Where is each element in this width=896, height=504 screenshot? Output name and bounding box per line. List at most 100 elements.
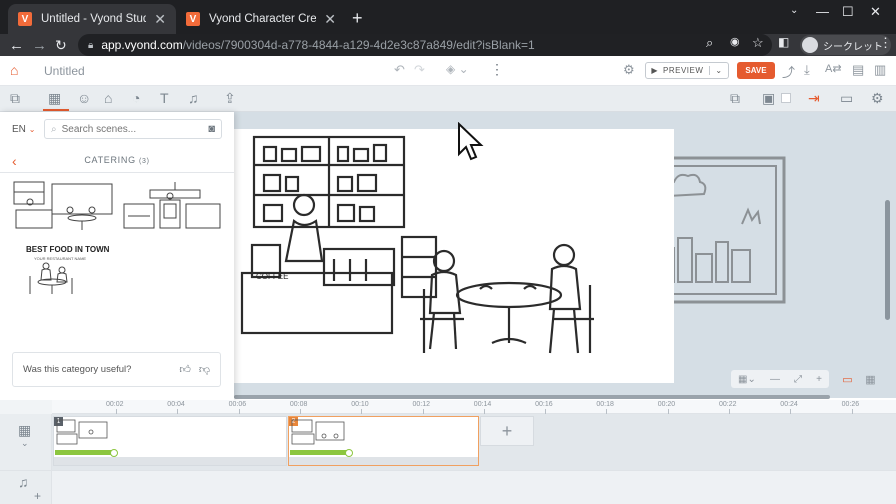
address-bar[interactable]: 🔒︎ app.vyond.com/videos/7900304d-a778-48…	[78, 34, 772, 56]
forward-arrow-icon[interactable]: →	[32, 34, 47, 56]
stage-scrollbar-thumb[interactable]	[885, 200, 890, 320]
safe-area-icon[interactable]: ▭	[842, 373, 852, 386]
close-icon[interactable]: ✕	[154, 11, 166, 28]
layers-icon[interactable]: ◈ ⌄	[446, 62, 469, 76]
ruler-tick-label: 00:16	[535, 401, 553, 408]
scene-transition-strip	[54, 457, 286, 465]
zoom-controls: ▦⌄ — ⤢ +	[731, 370, 829, 388]
redo-icon[interactable]: ↷	[414, 62, 425, 78]
tab-search-icon[interactable]: ⌄	[790, 5, 798, 16]
thumbs-down-icon[interactable]: 👎︎	[199, 363, 210, 376]
scene-duration-handle[interactable]	[345, 449, 353, 457]
browser-tab-vyond-studio[interactable]: V Untitled - Vyond Studio ✕	[8, 4, 176, 34]
characters-icon[interactable]: ☺	[77, 90, 91, 106]
notes-icon[interactable]: ▤	[852, 62, 864, 78]
reload-icon[interactable]: ↻	[55, 34, 67, 56]
ruler-tick-label: 00:08	[289, 401, 308, 408]
vyond-favicon: V	[186, 12, 200, 26]
translate-icon[interactable]: A⇄	[825, 62, 842, 75]
scene-duration-bar[interactable]	[290, 450, 348, 455]
ruler-tick-label: 00:04	[167, 401, 185, 408]
enter-exit-icon[interactable]: ⇥	[808, 90, 820, 107]
zoom-out-icon[interactable]: —	[770, 374, 780, 385]
profile-label: シークレット	[823, 41, 883, 53]
scene-thumbnail-restaurant-title[interactable]: BEST FOOD IN TOWN YOUR RESTAURANT NAME	[12, 240, 116, 298]
scene-thumbnail-kitchen[interactable]	[120, 180, 224, 232]
upload-icon[interactable]: ⇪	[224, 90, 236, 107]
ruler-tick-label: 00:14	[473, 401, 492, 408]
ruler-tick-label: 00:06	[228, 401, 247, 408]
zoom-in-icon[interactable]: +	[816, 374, 822, 385]
tab-title: Untitled - Vyond Studio	[41, 13, 147, 25]
incognito-profile-button[interactable]: シークレット	[800, 35, 891, 55]
props-icon[interactable]: ⌂	[104, 90, 112, 106]
camera-icon[interactable]: ◙	[208, 123, 215, 135]
cafe-illustration: COFFEE	[240, 135, 594, 354]
more-vertical-icon[interactable]: ⋮	[490, 61, 504, 78]
incognito-avatar-icon	[802, 37, 818, 53]
add-audio-icon[interactable]: +	[34, 489, 41, 503]
camera-icon[interactable]: ▭	[840, 90, 853, 107]
window-close-icon[interactable]: ✕	[870, 4, 881, 20]
undo-icon[interactable]: ↶	[394, 62, 405, 78]
thumbs-up-icon[interactable]: 👍︎	[179, 363, 191, 376]
category-feedback: Was this category useful? 👍︎ 👎︎	[12, 352, 221, 387]
timeline-scene-1[interactable]: 1	[53, 416, 287, 466]
scene-duration-handle[interactable]	[110, 449, 118, 457]
ruler-tick-label: 00:22	[719, 401, 737, 408]
scene-search-box: ⌕ ◙	[44, 119, 222, 139]
timeline-scene-2[interactable]: 2	[288, 416, 479, 466]
share-icon[interactable]: ⤴	[782, 62, 795, 81]
close-icon[interactable]: ✕	[324, 11, 336, 28]
side-panel-icon[interactable]: ◧	[778, 35, 789, 49]
add-scene-button[interactable]: +	[480, 416, 534, 446]
category-count: (3)	[138, 158, 150, 165]
new-tab-icon[interactable]: +	[352, 8, 363, 29]
project-title[interactable]: Untitled	[44, 64, 85, 78]
scene-canvas[interactable]: COFFEE	[234, 129, 674, 383]
save-button[interactable]: SAVE	[737, 62, 775, 79]
templates-icon[interactable]: ⧉	[10, 90, 20, 107]
stage-horizontal-scrollbar[interactable]	[234, 395, 830, 399]
thumbnail-headline: BEST FOOD IN TOWN	[26, 245, 110, 254]
ruler-tick-label: 00:20	[657, 401, 676, 408]
layout-grid-icon[interactable]: ▦	[865, 373, 875, 386]
preview-button[interactable]: ▶ PREVIEW ⌄	[645, 62, 729, 79]
ruler-tick-label: 00:02	[106, 401, 124, 408]
scene-2-thumbnail	[291, 419, 345, 445]
eye-off-icon[interactable]: ◉	[730, 35, 740, 48]
search-icon: ⌕	[51, 123, 57, 135]
play-icon: ▶	[651, 66, 659, 75]
browser-menu-icon[interactable]: ⋮	[879, 35, 892, 51]
chevron-down-icon[interactable]: ⌄	[21, 438, 29, 449]
swap-scene-icon[interactable]: ⧉	[730, 90, 740, 107]
background-color-swatch[interactable]	[781, 93, 791, 103]
browser-tab-character-creator[interactable]: V Vyond Character Creator ✕	[176, 4, 346, 34]
language-selector[interactable]: EN ⌄	[12, 124, 35, 135]
grid-icon[interactable]: ▦⌄	[738, 374, 756, 385]
fit-screen-icon[interactable]: ⤢	[794, 374, 802, 385]
settings-gear-icon[interactable]: ⚙	[623, 62, 635, 78]
scene-duration-bar[interactable]	[55, 450, 113, 455]
zoom-icon[interactable]: ⌕	[706, 35, 713, 51]
help-icon[interactable]: ▥	[874, 62, 886, 78]
audio-track[interactable]	[52, 470, 896, 504]
home-icon[interactable]: ⌂	[10, 62, 18, 78]
minimize-icon[interactable]: —	[816, 4, 829, 19]
background-image-icon[interactable]: ▣	[762, 90, 775, 107]
audio-icon[interactable]: ♫	[188, 90, 199, 106]
chevron-down-icon: ⌄	[28, 125, 36, 134]
back-arrow-icon[interactable]: ←	[9, 34, 24, 56]
text-icon[interactable]: T	[160, 90, 169, 106]
maximize-icon[interactable]: ☐	[842, 4, 854, 20]
charts-icon[interactable]: ◔	[132, 90, 140, 106]
download-icon[interactable]: ⤓	[804, 62, 810, 78]
scenes-library-icon[interactable]: ▦	[48, 90, 61, 107]
language-code: EN	[12, 124, 26, 135]
scene-settings-icon[interactable]: ⚙	[871, 90, 884, 107]
divider	[0, 172, 234, 173]
scenes-track-icon: ▦	[18, 422, 32, 438]
search-input[interactable]	[61, 123, 192, 135]
scene-thumbnail-cafe-counter[interactable]	[12, 180, 116, 232]
bookmark-star-icon[interactable]: ☆	[752, 35, 764, 51]
